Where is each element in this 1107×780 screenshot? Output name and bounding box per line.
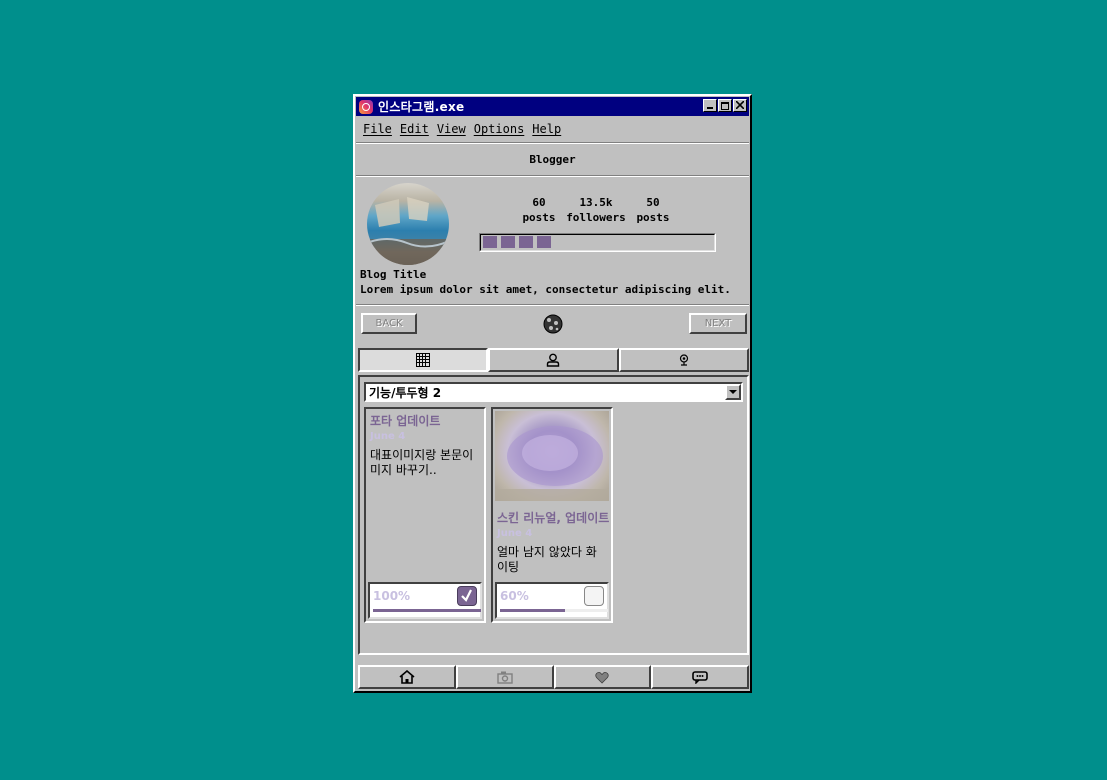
grid-icon (416, 353, 431, 367)
category-select-value: 기능/투두형 2 (369, 385, 442, 400)
progress-percent: 100% (373, 589, 411, 603)
menu-help[interactable]: Help (528, 120, 565, 138)
progress-block (501, 236, 515, 248)
post-image (495, 411, 609, 501)
profile-bio: Blog Title Lorem ipsum dolor sit amet, c… (360, 267, 731, 297)
stat-label: posts (522, 211, 556, 224)
back-button[interactable]: BACK (361, 313, 417, 334)
bio-text: Lorem ipsum dolor sit amet, consectetur … (360, 283, 731, 296)
home-icon (399, 670, 415, 684)
card-description: 얼마 남지 않았다 화이팅 (497, 545, 597, 574)
globe-icon[interactable] (543, 314, 563, 334)
post-card[interactable]: 포타 업데이트 June 4 대표이미지랑 본문이 미지 바꾸기.. 100% (364, 407, 486, 623)
nav-likes[interactable] (553, 665, 652, 689)
jellyfish-photo (495, 426, 609, 501)
progress-percent: 60% (500, 589, 529, 603)
divider (356, 142, 749, 144)
minimize-button[interactable] (703, 99, 717, 112)
category-select[interactable]: 기능/투두형 2 (364, 382, 743, 402)
tab-user[interactable] (488, 348, 619, 372)
instagram-icon (359, 99, 373, 114)
chevron-down-icon[interactable] (725, 384, 741, 400)
stat-label: followers (566, 211, 626, 224)
nav-home[interactable] (358, 665, 456, 689)
profile-progress-bar (479, 233, 716, 252)
profile-tabs (358, 348, 749, 372)
nav-camera[interactable] (455, 665, 554, 689)
stat-value: 50 (646, 196, 660, 209)
app-window: 인스타그램.exe File Edit View Options Help Bl… (353, 94, 752, 693)
window-controls (703, 99, 747, 112)
menu-file[interactable]: File (359, 120, 396, 138)
avatar-photo (367, 197, 449, 265)
stat-label: posts (636, 211, 670, 224)
tab-location[interactable] (618, 348, 749, 372)
title-bar[interactable]: 인스타그램.exe (356, 97, 749, 116)
blog-title: Blog Title (360, 268, 427, 281)
menu-bar: File Edit View Options Help (359, 120, 565, 138)
heart-icon (595, 671, 610, 684)
progress-fill (500, 609, 565, 612)
avatar[interactable] (367, 183, 449, 265)
card-title: 포타 업데이트 (370, 414, 441, 428)
close-button[interactable] (733, 99, 747, 112)
checkmark-icon (461, 589, 472, 602)
profile-stats: 60 posts 13.5k followers 50 posts (517, 195, 675, 225)
divider (356, 304, 749, 306)
stat-value: 60 (532, 196, 546, 209)
nav-messages[interactable] (651, 665, 749, 689)
window-title: 인스타그램.exe (378, 100, 465, 114)
stat-posts: 60 posts (517, 195, 561, 225)
next-button[interactable]: NEXT (689, 313, 747, 334)
location-pin-icon (679, 354, 688, 366)
card-date: June 4 (370, 431, 406, 442)
tab-grid[interactable] (358, 348, 489, 372)
progress-block (519, 236, 533, 248)
progress-block (537, 236, 551, 248)
post-feed: 기능/투두형 2 포타 업데이트 June 4 대표이미지랑 본문이 미지 바꾸… (358, 375, 749, 655)
maximize-button[interactable] (718, 99, 732, 112)
card-title: 스킨 리뉴얼, 업데이트 (497, 511, 610, 525)
menu-options[interactable]: Options (470, 120, 529, 138)
stat-posts-2: 50 posts (631, 195, 675, 225)
progress-track (500, 609, 608, 612)
camera-icon (496, 671, 513, 684)
stat-followers: 13.5k followers (561, 195, 631, 225)
close-icon (736, 101, 744, 109)
card-date: June 4 (497, 528, 533, 539)
bottom-nav (358, 665, 749, 689)
card-progress: 100% (368, 582, 482, 619)
divider (356, 175, 749, 177)
card-description: 대표이미지랑 본문이 미지 바꾸기.. (370, 448, 474, 477)
post-card[interactable]: 스킨 리뉴얼, 업데이트 June 4 얼마 남지 않았다 화이팅 60% (491, 407, 613, 623)
card-progress: 60% (495, 582, 609, 619)
menu-edit[interactable]: Edit (396, 120, 433, 138)
chat-icon (692, 671, 708, 684)
done-checkbox[interactable] (584, 586, 604, 606)
progress-track (373, 609, 481, 612)
stat-value: 13.5k (579, 196, 613, 209)
user-icon (547, 353, 560, 367)
done-checkbox[interactable] (457, 586, 477, 606)
menu-view[interactable]: View (433, 120, 470, 138)
progress-block (483, 236, 497, 248)
progress-fill (373, 609, 481, 612)
page-title: Blogger (529, 153, 576, 166)
